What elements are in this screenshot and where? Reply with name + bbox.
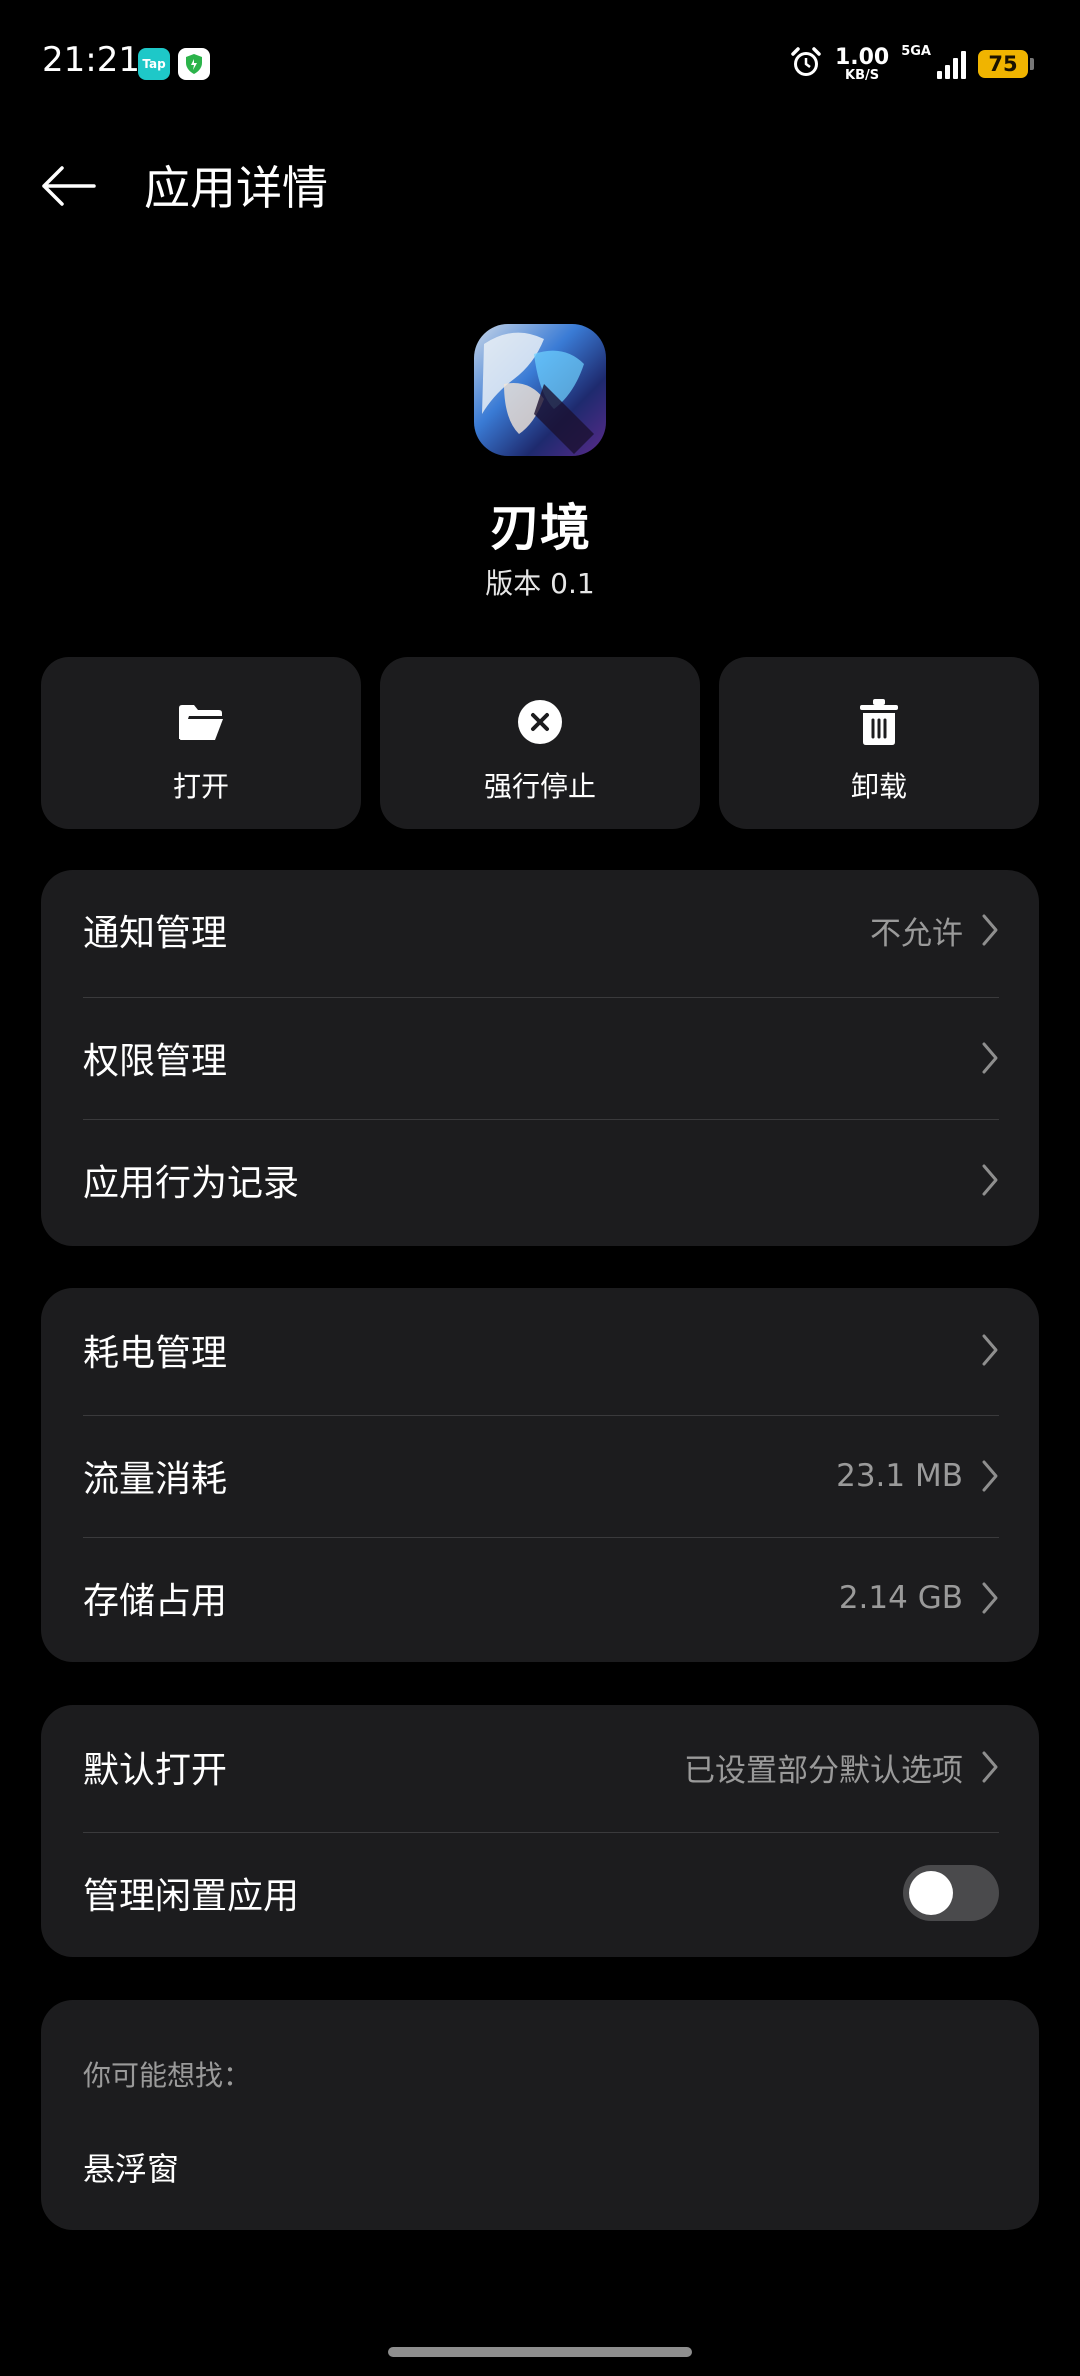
chevron-right-icon [981, 1459, 999, 1493]
open-label: 打开 [172, 770, 229, 803]
app-icon [474, 324, 606, 456]
force-stop-label: 强行停止 [483, 770, 596, 803]
force-stop-button[interactable]: 强行停止 [380, 657, 700, 829]
network-type: 5GA [901, 44, 931, 59]
usage-card: 耗电管理 流量消耗 23.1 MB 存储占用 2.14 GB [41, 1288, 1039, 1662]
uninstall-button[interactable]: 卸载 [719, 657, 1039, 829]
battery-icon: 75 [978, 50, 1034, 78]
row-label: 耗电管理 [83, 1333, 228, 1374]
floating-window-link[interactable]: 悬浮窗 [83, 2144, 179, 2190]
net-speed: 1.00 KB/S [834, 44, 890, 83]
toggle-knob [909, 1871, 953, 1915]
chevron-right-icon [981, 1163, 999, 1197]
storage-usage-row[interactable]: 存储占用 2.14 GB [83, 1538, 999, 1658]
suggestions-hint: 你可能想找： [83, 2059, 252, 2092]
home-indicator[interactable] [388, 2347, 692, 2357]
row-label: 管理闲置应用 [83, 1876, 300, 1917]
alarm-icon [789, 45, 823, 83]
folder-icon [177, 697, 225, 747]
app-version: 版本 0.1 [485, 567, 595, 600]
row-label: 流量消耗 [83, 1459, 228, 1500]
row-label: 通知管理 [83, 913, 228, 954]
stop-icon [517, 697, 563, 747]
tap-app-icon: Tap [138, 48, 170, 80]
back-arrow-icon [40, 166, 96, 210]
back-button[interactable] [40, 158, 100, 218]
default-open-row[interactable]: 默认打开 已设置部分默认选项 [83, 1707, 999, 1827]
chevron-right-icon [981, 1581, 999, 1615]
status-right-group: 1.00 KB/S 5GA 75 [789, 42, 1034, 86]
app-behavior-record-row[interactable]: 应用行为记录 [83, 1120, 999, 1240]
net-speed-value: 1.00 [834, 44, 890, 70]
row-value: 2.14 GB [838, 1580, 963, 1616]
battery-management-row[interactable]: 耗电管理 [83, 1290, 999, 1410]
chevron-right-icon [981, 1333, 999, 1367]
battery-level: 75 [978, 50, 1028, 78]
data-usage-row[interactable]: 流量消耗 23.1 MB [83, 1416, 999, 1536]
manage-idle-apps-toggle[interactable] [903, 1865, 999, 1921]
open-button[interactable]: 打开 [41, 657, 361, 829]
status-time: 21:21 [42, 40, 140, 80]
uninstall-label: 卸载 [850, 770, 907, 803]
app-name: 刃境 [490, 499, 590, 557]
row-label: 默认打开 [83, 1750, 228, 1791]
manage-idle-apps-row: 管理闲置应用 [83, 1833, 999, 1953]
suggestions-card: 你可能想找： 悬浮窗 [41, 2000, 1039, 2230]
chevron-right-icon [981, 1750, 999, 1784]
permissions-card: 通知管理 不允许 权限管理 应用行为记录 [41, 870, 1039, 1246]
notification-management-row[interactable]: 通知管理 不允许 [83, 870, 999, 990]
row-label: 存储占用 [83, 1581, 228, 1622]
row-value: 不允许 [870, 915, 963, 952]
chevron-right-icon [981, 1041, 999, 1075]
defaults-card: 默认打开 已设置部分默认选项 管理闲置应用 [41, 1705, 1039, 1957]
signal-icon [937, 49, 966, 79]
trash-icon [859, 697, 899, 747]
shield-icon [178, 48, 210, 80]
chevron-right-icon [981, 913, 999, 947]
row-value: 23.1 MB [836, 1458, 963, 1494]
permission-management-row[interactable]: 权限管理 [83, 998, 999, 1118]
page-title: 应用详情 [144, 161, 328, 215]
row-label: 权限管理 [83, 1041, 228, 1082]
row-label: 应用行为记录 [83, 1163, 300, 1204]
row-value: 已设置部分默认选项 [684, 1752, 963, 1789]
net-speed-unit: KB/S [845, 67, 880, 83]
